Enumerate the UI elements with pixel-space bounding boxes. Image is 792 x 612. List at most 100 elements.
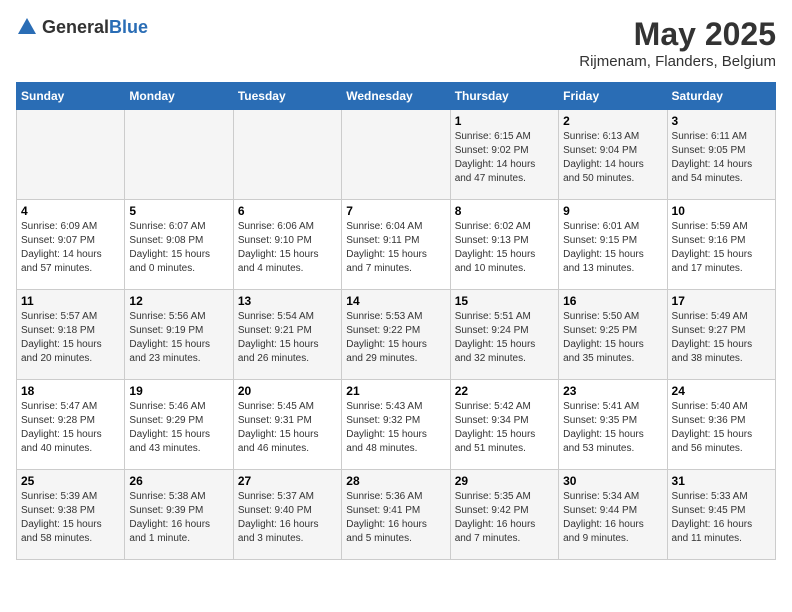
logo: GeneralBlue [16, 16, 148, 38]
calendar-cell: 19 Sunrise: 5:46 AM Sunset: 9:29 PM Dayli… [125, 380, 233, 470]
calendar-cell: 6Sunrise: 6:06 AM Sunset: 9:10 PM Daylig… [233, 200, 341, 290]
col-header-sunday: Sunday [17, 83, 125, 110]
day-number: 22 [455, 384, 554, 398]
day-info: Sunrise: 6:13 AM Sunset: 9:04 PM Dayligh… [563, 130, 662, 186]
day-info: Sunrise: 5:43 AM Sunset: 9:32 PM Dayligh… [346, 400, 445, 456]
calendar-cell: 4 Sunrise: 6:09 AM Sunset: 9:07 PM Daylig… [17, 200, 125, 290]
day-number: 26 [129, 474, 228, 488]
day-number: 1 [455, 114, 554, 128]
day-number: 19 [129, 384, 228, 398]
week-row-1: 1 Sunrise: 6:15 AM Sunset: 9:02 PM Daylig… [17, 110, 776, 200]
day-info: Sunrise: 6:09 AM Sunset: 9:07 PM Dayligh… [21, 220, 120, 276]
calendar-cell: 13 Sunrise: 5:54 AM Sunset: 9:21 PM Dayli… [233, 290, 341, 380]
day-number: 16 [563, 294, 662, 308]
day-info: Sunrise: 5:38 AM Sunset: 9:39 PM Dayligh… [129, 490, 228, 546]
col-header-tuesday: Tuesday [233, 83, 341, 110]
header-row: SundayMondayTuesdayWednesdayThursdayFrid… [17, 83, 776, 110]
day-number: 28 [346, 474, 445, 488]
day-number: 25 [21, 474, 120, 488]
day-number: 3 [672, 114, 771, 128]
day-number: 15 [455, 294, 554, 308]
main-title: May 2025 [579, 16, 776, 53]
day-info: Sunrise: 5:53 AM Sunset: 9:22 PM Dayligh… [346, 310, 445, 366]
week-row-3: 11 Sunrise: 5:57 AM Sunset: 9:18 PM Dayli… [17, 290, 776, 380]
day-info: Sunrise: 5:57 AM Sunset: 9:18 PM Dayligh… [21, 310, 120, 366]
day-info: Sunrise: 5:56 AM Sunset: 9:19 PM Dayligh… [129, 310, 228, 366]
col-header-wednesday: Wednesday [342, 83, 450, 110]
day-info: Sunrise: 5:50 AM Sunset: 9:25 PM Dayligh… [563, 310, 662, 366]
calendar-cell: 9 Sunrise: 6:01 AM Sunset: 9:15 PM Daylig… [559, 200, 667, 290]
header: GeneralBlue May 2025 Rijmenam, Flanders,… [16, 16, 776, 70]
calendar-cell: 5 Sunrise: 6:07 AM Sunset: 9:08 PM Daylig… [125, 200, 233, 290]
day-number: 5 [129, 204, 228, 218]
day-info: Sunrise: 5:36 AM Sunset: 9:41 PM Dayligh… [346, 490, 445, 546]
day-number: 10 [672, 204, 771, 218]
calendar-cell: 1 Sunrise: 6:15 AM Sunset: 9:02 PM Daylig… [450, 110, 558, 200]
calendar-cell: 25 Sunrise: 5:39 AM Sunset: 9:38 PM Dayli… [17, 470, 125, 560]
calendar-cell: 8 Sunrise: 6:02 AM Sunset: 9:13 PM Daylig… [450, 200, 558, 290]
col-header-friday: Friday [559, 83, 667, 110]
day-info: Sunrise: 6:02 AM Sunset: 9:13 PM Dayligh… [455, 220, 554, 276]
day-info: Sunrise: 6:06 AM Sunset: 9:10 PM Dayligh… [238, 220, 337, 276]
day-info: Sunrise: 5:41 AM Sunset: 9:35 PM Dayligh… [563, 400, 662, 456]
day-info: Sunrise: 5:49 AM Sunset: 9:27 PM Dayligh… [672, 310, 771, 366]
day-info: Sunrise: 5:33 AM Sunset: 9:45 PM Dayligh… [672, 490, 771, 546]
day-number: 23 [563, 384, 662, 398]
calendar-cell [342, 110, 450, 200]
calendar-cell: 2 Sunrise: 6:13 AM Sunset: 9:04 PM Daylig… [559, 110, 667, 200]
calendar-cell: 29Sunrise: 5:35 AM Sunset: 9:42 PM Dayli… [450, 470, 558, 560]
calendar-cell: 20Sunrise: 5:45 AM Sunset: 9:31 PM Dayli… [233, 380, 341, 470]
calendar-cell [233, 110, 341, 200]
day-number: 8 [455, 204, 554, 218]
day-info: Sunrise: 6:15 AM Sunset: 9:02 PM Dayligh… [455, 130, 554, 186]
day-info: Sunrise: 6:01 AM Sunset: 9:15 PM Dayligh… [563, 220, 662, 276]
calendar-cell: 7Sunrise: 6:04 AM Sunset: 9:11 PM Daylig… [342, 200, 450, 290]
calendar-cell: 15 Sunrise: 5:51 AM Sunset: 9:24 PM Dayli… [450, 290, 558, 380]
day-number: 21 [346, 384, 445, 398]
logo-text-blue: Blue [109, 17, 148, 37]
day-info: Sunrise: 5:54 AM Sunset: 9:21 PM Dayligh… [238, 310, 337, 366]
day-info: Sunrise: 5:39 AM Sunset: 9:38 PM Dayligh… [21, 490, 120, 546]
logo-text-general: General [42, 17, 109, 37]
calendar-cell: 14 Sunrise: 5:53 AM Sunset: 9:22 PM Dayli… [342, 290, 450, 380]
calendar-cell: 12 Sunrise: 5:56 AM Sunset: 9:19 PM Dayli… [125, 290, 233, 380]
day-number: 14 [346, 294, 445, 308]
day-info: Sunrise: 6:11 AM Sunset: 9:05 PM Dayligh… [672, 130, 771, 186]
day-info: Sunrise: 5:35 AM Sunset: 9:42 PM Dayligh… [455, 490, 554, 546]
calendar-cell: 16 Sunrise: 5:50 AM Sunset: 9:25 PM Dayli… [559, 290, 667, 380]
day-number: 27 [238, 474, 337, 488]
calendar-cell: 18 Sunrise: 5:47 AM Sunset: 9:28 PM Dayli… [17, 380, 125, 470]
day-number: 9 [563, 204, 662, 218]
day-info: Sunrise: 5:47 AM Sunset: 9:28 PM Dayligh… [21, 400, 120, 456]
day-number: 12 [129, 294, 228, 308]
calendar-cell: 28 Sunrise: 5:36 AM Sunset: 9:41 PM Dayli… [342, 470, 450, 560]
calendar-cell: 17Sunrise: 5:49 AM Sunset: 9:27 PM Dayli… [667, 290, 775, 380]
day-number: 24 [672, 384, 771, 398]
day-info: Sunrise: 6:07 AM Sunset: 9:08 PM Dayligh… [129, 220, 228, 276]
calendar-cell: 3 Sunrise: 6:11 AM Sunset: 9:05 PM Daylig… [667, 110, 775, 200]
calendar-cell [17, 110, 125, 200]
day-info: Sunrise: 5:46 AM Sunset: 9:29 PM Dayligh… [129, 400, 228, 456]
day-number: 30 [563, 474, 662, 488]
day-info: Sunrise: 5:59 AM Sunset: 9:16 PM Dayligh… [672, 220, 771, 276]
subtitle: Rijmenam, Flanders, Belgium [579, 53, 776, 70]
day-number: 31 [672, 474, 771, 488]
calendar-cell: 26 Sunrise: 5:38 AM Sunset: 9:39 PM Dayli… [125, 470, 233, 560]
calendar-cell: 31 Sunrise: 5:33 AM Sunset: 9:45 PM Dayli… [667, 470, 775, 560]
day-number: 7 [346, 204, 445, 218]
calendar-cell: 10 Sunrise: 5:59 AM Sunset: 9:16 PM Dayli… [667, 200, 775, 290]
day-number: 2 [563, 114, 662, 128]
day-info: Sunrise: 5:37 AM Sunset: 9:40 PM Dayligh… [238, 490, 337, 546]
col-header-monday: Monday [125, 83, 233, 110]
day-info: Sunrise: 5:40 AM Sunset: 9:36 PM Dayligh… [672, 400, 771, 456]
week-row-5: 25 Sunrise: 5:39 AM Sunset: 9:38 PM Dayli… [17, 470, 776, 560]
day-number: 13 [238, 294, 337, 308]
col-header-thursday: Thursday [450, 83, 558, 110]
week-row-4: 18 Sunrise: 5:47 AM Sunset: 9:28 PM Dayli… [17, 380, 776, 470]
day-info: Sunrise: 5:51 AM Sunset: 9:24 PM Dayligh… [455, 310, 554, 366]
day-info: Sunrise: 5:42 AM Sunset: 9:34 PM Dayligh… [455, 400, 554, 456]
day-number: 18 [21, 384, 120, 398]
calendar-cell: 23 Sunrise: 5:41 AM Sunset: 9:35 PM Dayli… [559, 380, 667, 470]
day-number: 4 [21, 204, 120, 218]
day-number: 11 [21, 294, 120, 308]
